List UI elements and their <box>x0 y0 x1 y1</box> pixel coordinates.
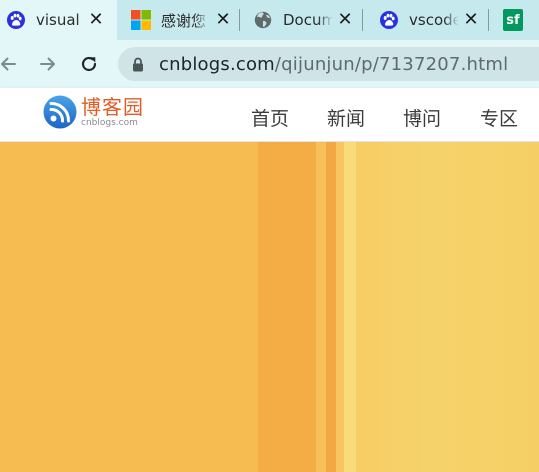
nav-home[interactable]: 首页 <box>251 104 289 131</box>
back-button[interactable] <box>0 50 22 78</box>
url-text[interactable]: cnblogs.com/qijunjun/p/7137207.html <box>159 54 508 75</box>
close-icon[interactable]: ✕ <box>88 11 104 29</box>
close-icon[interactable]: ✕ <box>463 11 479 29</box>
forward-button[interactable] <box>34 50 62 78</box>
lock-icon[interactable] <box>130 56 146 72</box>
background-stripe <box>344 142 356 472</box>
tab-vscode[interactable]: vscode ✕ <box>365 0 491 40</box>
site-header: 博客园 cnblogs.com 首页 新闻 博问 专区 <box>0 88 539 142</box>
arrow-left-icon <box>1 57 16 71</box>
url-path: /qijunjun/p/7137207.html <box>274 53 509 75</box>
nav-zone[interactable]: 专区 <box>480 104 518 131</box>
tab-visual[interactable]: visual ✕ <box>0 0 117 40</box>
background-stripe <box>326 142 336 472</box>
close-icon[interactable]: ✕ <box>337 11 353 29</box>
background-stripe <box>0 142 258 472</box>
arrow-right-icon <box>40 57 55 71</box>
segmentfault-icon-label: sf <box>506 12 520 28</box>
tab-segmentfault[interactable]: sf <box>491 0 531 40</box>
tab-documentation[interactable]: Docum ✕ <box>239 0 365 40</box>
tab-title: visual <box>36 11 80 29</box>
tab-divider <box>488 9 489 31</box>
close-icon[interactable]: ✕ <box>215 11 231 29</box>
tab-microsoft[interactable]: 感谢您 ✕ <box>117 0 240 40</box>
logo-subtext: cnblogs.com <box>81 118 138 128</box>
background-stripe <box>258 142 316 472</box>
tab-title: vscode <box>409 11 459 29</box>
nav-news[interactable]: 新闻 <box>327 104 365 131</box>
tab-strip: visual ✕ 感谢您 ✕ Docum ✕ vscode ✕ sf <box>0 0 539 40</box>
logo-text: 博客园 <box>81 95 144 119</box>
nav-qa[interactable]: 博问 <box>403 104 441 131</box>
reload-button[interactable] <box>75 50 103 78</box>
url-domain: cnblogs.com <box>159 53 275 75</box>
baidu-paw-icon <box>6 10 26 30</box>
browser-toolbar: cnblogs.com/qijunjun/p/7137207.html <box>0 40 539 88</box>
address-bar[interactable]: cnblogs.com/qijunjun/p/7137207.html <box>118 47 539 81</box>
segmentfault-icon: sf <box>503 9 523 31</box>
reload-icon <box>81 56 97 72</box>
background-stripe <box>356 142 539 472</box>
site-logo[interactable]: 博客园 cnblogs.com <box>43 95 144 129</box>
tab-title: Docum <box>283 11 333 29</box>
tab-divider <box>362 9 363 31</box>
cnblogs-logo-icon <box>43 95 77 129</box>
baidu-paw-icon <box>379 10 399 30</box>
page-background <box>0 142 539 472</box>
background-stripe <box>316 142 326 472</box>
tab-title: 感谢您 <box>161 11 207 30</box>
background-stripe <box>336 142 344 472</box>
globe-icon <box>253 10 273 30</box>
microsoft-logo-icon <box>131 10 151 30</box>
